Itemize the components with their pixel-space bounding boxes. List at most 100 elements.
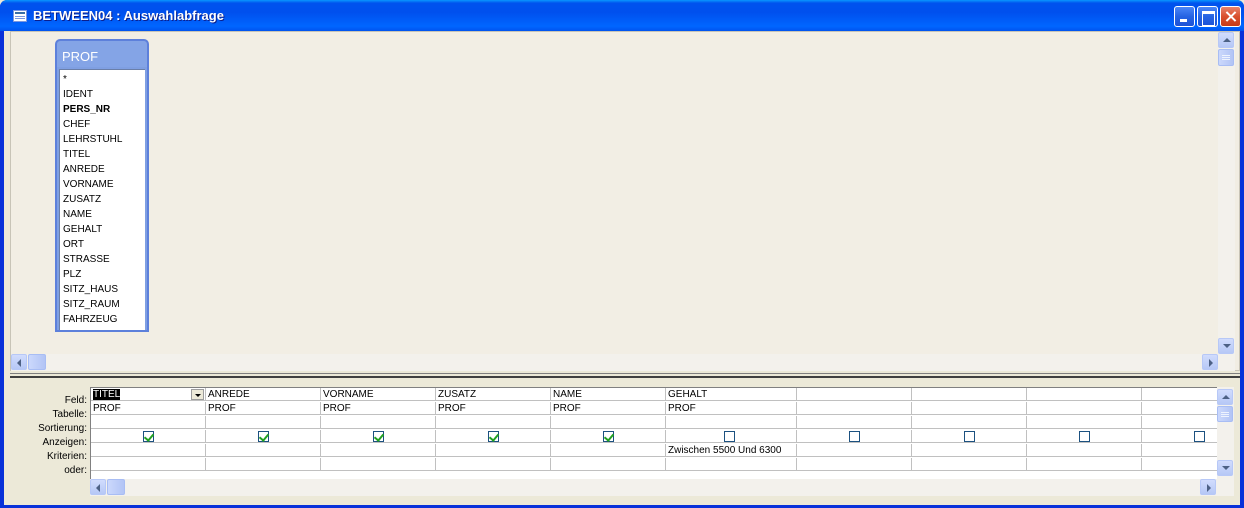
scroll-thumb[interactable] xyxy=(107,479,125,495)
close-button[interactable] xyxy=(1220,6,1241,27)
grid-cell-sort[interactable] xyxy=(797,416,912,429)
show-checkbox[interactable] xyxy=(373,431,384,442)
show-checkbox[interactable] xyxy=(1079,431,1090,442)
grid-cell-sort[interactable] xyxy=(91,416,206,429)
show-checkbox[interactable] xyxy=(1194,431,1205,442)
grid-cell-or[interactable] xyxy=(91,458,206,471)
grid-cell-field[interactable] xyxy=(1142,388,1217,401)
maximize-button[interactable] xyxy=(1197,6,1218,27)
field-list-item[interactable]: VORNAME xyxy=(63,177,114,192)
grid-cell-or[interactable] xyxy=(551,458,666,471)
show-checkbox-cell[interactable] xyxy=(1142,430,1217,443)
grid-cell-table[interactable]: PROF xyxy=(206,402,321,415)
grid-cell-table[interactable] xyxy=(912,402,1027,415)
grid-cell-sort[interactable] xyxy=(666,416,797,429)
grid-cell-criteria[interactable]: Zwischen 5500 Und 6300 xyxy=(666,444,797,457)
grid-cell-sort[interactable] xyxy=(1142,416,1217,429)
table-pane-vertical-scrollbar[interactable] xyxy=(1218,32,1235,354)
field-list-title[interactable]: PROF xyxy=(57,41,147,67)
show-checkbox-cell[interactable] xyxy=(551,430,666,443)
field-list-item[interactable]: LEHRSTUHL xyxy=(63,132,122,147)
pane-splitter[interactable] xyxy=(10,373,1240,378)
query-icon[interactable] xyxy=(13,10,27,22)
show-checkbox-cell[interactable] xyxy=(666,430,797,443)
grid-cell-field[interactable] xyxy=(912,388,1027,401)
scroll-up-button[interactable] xyxy=(1217,389,1233,405)
table-pane-horizontal-scrollbar[interactable] xyxy=(11,354,1235,371)
field-list-window[interactable]: PROF * IDENT PERS_NR CHEF LEHRSTUHL TITEL ANRE… xyxy=(55,39,149,332)
title-bar[interactable]: BETWEEN04 : Auswahlabfrage xyxy=(0,0,1244,31)
field-list-item[interactable]: NAME xyxy=(63,207,92,222)
grid-cell-table[interactable]: PROF xyxy=(321,402,436,415)
grid-cell-sort[interactable] xyxy=(551,416,666,429)
show-checkbox[interactable] xyxy=(849,431,860,442)
grid-cell-table[interactable]: PROF xyxy=(666,402,797,415)
grid-cell-sort[interactable] xyxy=(912,416,1027,429)
field-list-item[interactable]: PERS_NR xyxy=(63,102,110,117)
grid-cell-or[interactable] xyxy=(321,458,436,471)
show-checkbox-cell[interactable] xyxy=(797,430,912,443)
show-checkbox[interactable] xyxy=(488,431,499,442)
show-checkbox[interactable] xyxy=(603,431,614,442)
grid-cell-sort[interactable] xyxy=(321,416,436,429)
grid-cell-field[interactable]: TITEL xyxy=(91,388,206,401)
scroll-thumb[interactable] xyxy=(1217,406,1233,422)
show-checkbox-cell[interactable] xyxy=(91,430,206,443)
show-checkbox-cell[interactable] xyxy=(912,430,1027,443)
scroll-left-button[interactable] xyxy=(11,354,27,370)
field-list-item[interactable]: STRASSE xyxy=(63,252,110,267)
grid-cell-sort[interactable] xyxy=(1027,416,1142,429)
show-checkbox-cell[interactable] xyxy=(206,430,321,443)
field-list-item[interactable]: FAHRZEUG xyxy=(63,312,117,327)
grid-cell-field[interactable]: GEHALT xyxy=(666,388,797,401)
grid-cell-criteria[interactable] xyxy=(797,444,912,457)
grid-cell-field[interactable] xyxy=(797,388,912,401)
grid-cell-or[interactable] xyxy=(912,458,1027,471)
field-list-item[interactable]: CHEF xyxy=(63,117,90,132)
show-checkbox[interactable] xyxy=(964,431,975,442)
grid-cell-criteria[interactable] xyxy=(551,444,666,457)
grid-cell-table[interactable]: PROF xyxy=(91,402,206,415)
field-list-item[interactable]: SITZ_HAUS xyxy=(63,282,118,297)
grid-vertical-scrollbar[interactable] xyxy=(1217,387,1234,479)
field-list-item[interactable]: ANREDE xyxy=(63,162,105,177)
field-list-item[interactable]: ZUSATZ xyxy=(63,192,101,207)
field-list-item[interactable]: TITEL xyxy=(63,147,90,162)
grid-cell-table[interactable]: PROF xyxy=(551,402,666,415)
field-list-item[interactable]: * xyxy=(63,72,67,87)
scroll-thumb[interactable] xyxy=(28,354,46,370)
grid-cell-field[interactable]: ANREDE xyxy=(206,388,321,401)
scroll-right-button[interactable] xyxy=(1200,479,1216,495)
grid-cell-table[interactable] xyxy=(797,402,912,415)
grid-cell-table[interactable] xyxy=(1142,402,1217,415)
field-list-item[interactable]: SITZ_RAUM xyxy=(63,297,120,312)
grid-cell-criteria[interactable] xyxy=(436,444,551,457)
scroll-down-button[interactable] xyxy=(1218,338,1234,354)
grid-cell-criteria[interactable] xyxy=(1142,444,1217,457)
grid-cell-or[interactable] xyxy=(1142,458,1217,471)
grid-cell-or[interactable] xyxy=(666,458,797,471)
grid-cell-or[interactable] xyxy=(1027,458,1142,471)
field-list-item[interactable]: GEHALT xyxy=(63,222,102,237)
grid-cell-table[interactable] xyxy=(1027,402,1142,415)
grid-cell-sort[interactable] xyxy=(436,416,551,429)
grid-cell-field[interactable]: VORNAME xyxy=(321,388,436,401)
minimize-button[interactable] xyxy=(1174,6,1195,27)
scroll-down-button[interactable] xyxy=(1217,460,1233,476)
show-checkbox[interactable] xyxy=(724,431,735,442)
grid-cell-or[interactable] xyxy=(436,458,551,471)
scroll-right-button[interactable] xyxy=(1202,354,1218,370)
grid-cell-table[interactable]: PROF xyxy=(436,402,551,415)
field-list-item[interactable]: IDENT xyxy=(63,87,93,102)
field-dropdown-button[interactable] xyxy=(191,389,204,400)
show-checkbox-cell[interactable] xyxy=(1027,430,1142,443)
grid-cell-criteria[interactable] xyxy=(321,444,436,457)
show-checkbox[interactable] xyxy=(143,431,154,442)
field-list-item[interactable]: ORT xyxy=(63,237,84,252)
grid-cell-criteria[interactable] xyxy=(206,444,321,457)
scroll-thumb[interactable] xyxy=(1218,49,1234,66)
table-pane-canvas[interactable] xyxy=(11,32,1218,354)
grid-cell-field[interactable]: ZUSATZ xyxy=(436,388,551,401)
grid-cell-criteria[interactable] xyxy=(1027,444,1142,457)
scroll-up-button[interactable] xyxy=(1218,32,1234,48)
